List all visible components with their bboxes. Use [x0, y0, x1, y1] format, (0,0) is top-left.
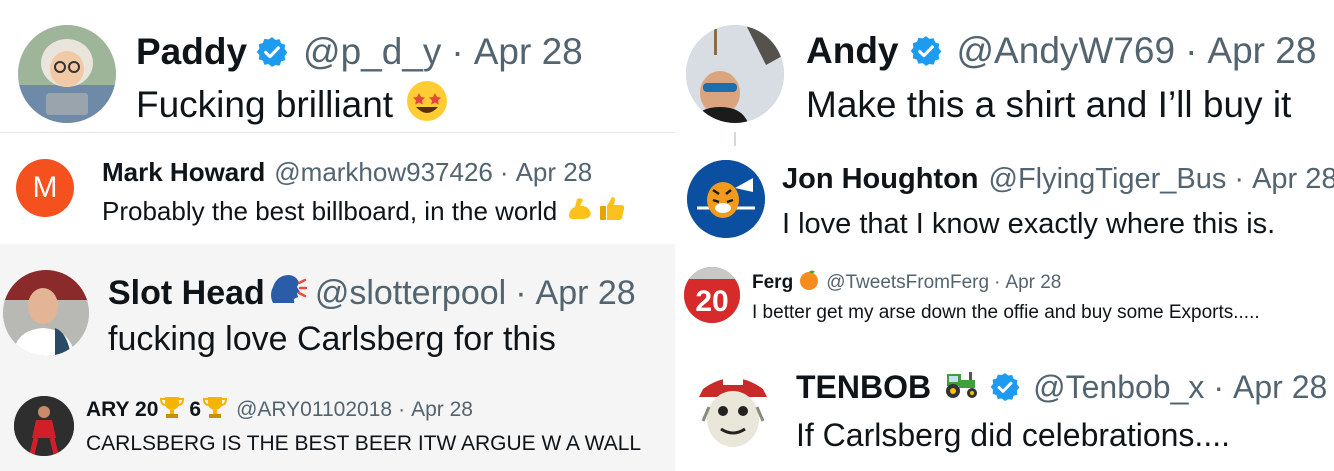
tweet-jon-houghton[interactable]: Jon Houghton @FlyingTiger_Bus · Apr 28 I…	[675, 148, 1334, 252]
tweet-text: I better get my arse down the offie and …	[752, 302, 1260, 323]
user-handle[interactable]: @TweetsFromFerg	[826, 272, 989, 294]
user-display-name[interactable]: Paddy	[136, 31, 247, 73]
man-photo-avatar-icon	[3, 270, 89, 356]
user-display-name[interactable]: TENBOB	[796, 369, 931, 406]
svg-text:20: 20	[695, 285, 728, 318]
separator-dot: ·	[515, 273, 527, 312]
tweet-date[interactable]: Apr 28	[1207, 30, 1316, 72]
user-handle[interactable]: @AndyW769	[957, 30, 1176, 72]
tweet-date[interactable]: Apr 28	[1005, 272, 1061, 294]
tweet-date[interactable]: Apr 28	[411, 398, 473, 422]
tweet-text: CARLSBERG IS THE BEST BEER ITW ARGUE W A…	[86, 432, 642, 455]
avatar[interactable]: M	[16, 159, 74, 217]
flying-tiger-logo-avatar-icon	[687, 160, 765, 238]
separator-dot: ·	[499, 156, 509, 187]
user-display-name[interactable]: Mark Howard	[102, 157, 265, 188]
user-display-name[interactable]: Slot Head	[108, 274, 265, 313]
verified-badge-icon	[909, 34, 943, 68]
avatar-letter: M	[32, 171, 58, 204]
avatar[interactable]	[18, 25, 116, 123]
tweet-ary[interactable]: ARY 20 6 @ARY01102018 · Apr 28 CARLSBERG…	[0, 374, 675, 471]
thread-line	[734, 132, 736, 146]
tweet-text: Fucking brilliant	[136, 84, 394, 125]
avatar[interactable]	[687, 160, 765, 238]
cartoon-person-avatar-icon	[18, 25, 116, 123]
tweet-text: Probably the best billboard, in the worl…	[102, 195, 558, 226]
separator-dot: ·	[451, 31, 464, 72]
trophy-emoji-icon	[202, 394, 228, 426]
trophy-emoji-icon	[159, 394, 185, 426]
tweet-mark-howard[interactable]: M Mark Howard @markhow937426 · Apr 28 Pr…	[0, 133, 675, 243]
number-20-shirt-avatar-icon: 20	[684, 267, 740, 323]
user-handle[interactable]: @markhow937426	[274, 157, 493, 188]
avatar[interactable]: 20	[684, 267, 740, 323]
tweet-date[interactable]: Apr 28	[1233, 369, 1327, 406]
user-handle[interactable]: @ARY01102018	[236, 398, 392, 422]
user-display-name[interactable]: Ferg	[752, 272, 793, 294]
user-display-name[interactable]: Andy	[806, 30, 899, 72]
tweet-tenbob[interactable]: TENBOB @Tenbob_x · Apr 28 If Carlsberg d…	[675, 342, 1334, 471]
avatar[interactable]	[14, 396, 74, 456]
footballer-photo-avatar-icon	[14, 396, 74, 456]
tweet-text: I love that I know exactly where this is…	[782, 207, 1276, 240]
tweet-paddy[interactable]: Paddy @p_d_y · Apr 28 Fucking brilliant	[0, 0, 675, 132]
separator-dot: ·	[1185, 30, 1198, 71]
tweet-text: Make this a shirt and I’ll buy it	[806, 84, 1292, 125]
tweet-slot-head[interactable]: Slot Head @slotterpool · Apr 28 fucking …	[0, 244, 675, 374]
user-handle[interactable]: @p_d_y	[303, 31, 441, 73]
cartoon-dog-cap-avatar-icon	[699, 377, 767, 447]
flexed-biceps-emoji-icon	[565, 193, 595, 230]
separator-dot: ·	[1234, 162, 1245, 195]
thumbs-up-emoji-icon	[597, 193, 627, 230]
man-sunglasses-photo-avatar-icon	[686, 25, 784, 123]
separator-dot: ·	[398, 398, 406, 421]
tweet-ferg[interactable]: 20 Ferg @TweetsFromFerg · Apr 28 I bette…	[675, 252, 1334, 342]
separator-dot: ·	[994, 272, 1001, 293]
tweet-text: If Carlsberg did celebrations....	[796, 416, 1230, 453]
tweet-date[interactable]: Apr 28	[474, 31, 583, 73]
user-display-name-suffix[interactable]: 6	[189, 398, 201, 422]
tweet-date[interactable]: Apr 28	[536, 274, 636, 313]
user-handle[interactable]: @Tenbob_x	[1033, 369, 1204, 406]
user-handle[interactable]: @FlyingTiger_Bus	[989, 163, 1227, 196]
verified-badge-icon	[989, 371, 1021, 403]
star-struck-emoji-icon	[405, 79, 449, 132]
user-handle[interactable]: @slotterpool	[315, 274, 506, 313]
tweet-date[interactable]: Apr 28	[516, 157, 593, 188]
tweet-date[interactable]: Apr 28	[1252, 163, 1334, 196]
orange-emoji-icon	[798, 269, 820, 297]
tweet-text: fucking love Carlsberg for this	[108, 319, 556, 358]
user-display-name[interactable]: ARY 20	[86, 398, 158, 422]
speaking-head-emoji-icon	[267, 271, 308, 316]
user-display-name[interactable]: Jon Houghton	[782, 163, 979, 196]
avatar[interactable]	[686, 25, 784, 123]
tweet-andy[interactable]: Andy @AndyW769 · Apr 28 Make this a shir…	[675, 0, 1334, 148]
verified-badge-icon	[255, 35, 289, 69]
avatar[interactable]	[3, 270, 89, 356]
separator-dot: ·	[1213, 368, 1225, 405]
tractor-emoji-icon	[941, 366, 981, 408]
avatar[interactable]	[693, 367, 773, 451]
